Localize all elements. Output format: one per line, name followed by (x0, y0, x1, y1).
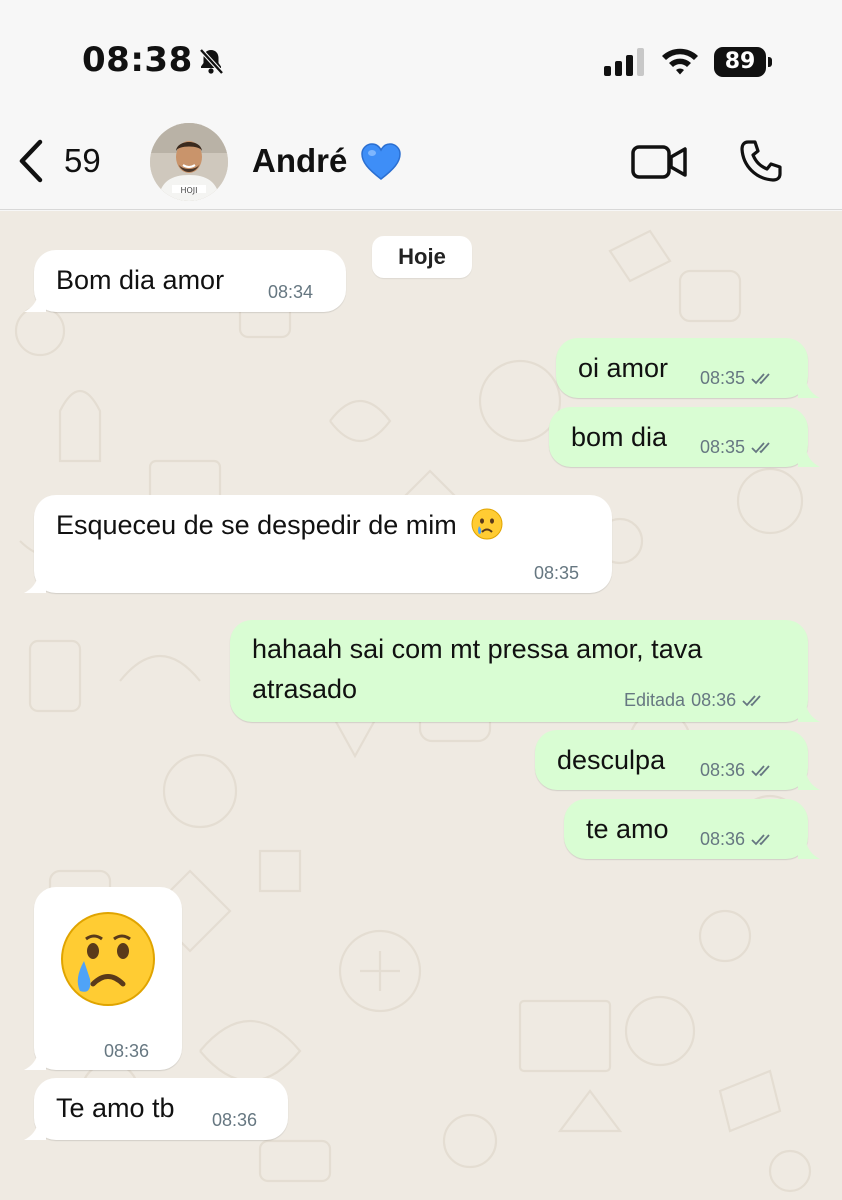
phone-call-icon[interactable] (738, 138, 784, 184)
edited-label: Editada (624, 690, 686, 710)
message-text-line2: atrasado (252, 674, 358, 704)
message-outgoing[interactable]: oi amor 08:35 (556, 338, 820, 398)
video-call-icon[interactable] (630, 142, 688, 182)
message-time: 08:35 (534, 563, 580, 583)
unread-count[interactable]: 59 (64, 142, 101, 180)
message-text: desculpa (557, 745, 666, 775)
message-time: 08:35 (700, 368, 775, 389)
bell-slash-icon (199, 48, 224, 75)
back-chevron-icon[interactable] (16, 138, 48, 184)
message-outgoing[interactable]: desculpa 08:36 (535, 730, 820, 790)
double-check-icon (751, 764, 770, 776)
avatar-photo: HOJI (150, 123, 228, 201)
blue-heart-icon (361, 143, 401, 180)
double-check-icon (742, 694, 761, 706)
message-outgoing[interactable]: te amo 08:36 (564, 799, 820, 859)
message-list[interactable]: Hoje Bom dia amor 08:34 oi amor 08:35 bo… (0, 211, 842, 1200)
message-text: Bom dia amor (56, 265, 225, 295)
double-check-icon (751, 833, 770, 845)
message-incoming[interactable]: Bom dia amor 08:34 (24, 250, 346, 312)
message-outgoing[interactable]: bom dia 08:35 (549, 407, 820, 467)
message-time: 08:36 (104, 1041, 150, 1061)
message-text: bom dia (571, 422, 668, 452)
contact-name[interactable]: André (252, 142, 347, 180)
message-time: 08:36 (700, 829, 775, 850)
message-outgoing[interactable]: hahaah sai com mt pressa amor, tava atra… (230, 620, 820, 722)
double-check-icon (751, 441, 770, 453)
message-text: te amo (586, 814, 669, 844)
message-time: 08:35 (700, 437, 775, 458)
wifi-icon (662, 48, 698, 75)
message-incoming[interactable]: Esqueceu de se despedir de mim 08:35 (24, 495, 612, 593)
status-time: 08:38 (82, 40, 193, 80)
message-time: 08:34 (268, 282, 314, 302)
message-time: 08:36 (212, 1110, 258, 1130)
message-text-line1: hahaah sai com mt pressa amor, tava (252, 634, 703, 664)
message-text: Te amo tb (56, 1093, 175, 1123)
chat-header: 59 HOJI André (0, 110, 842, 210)
crying-face-icon (61, 912, 155, 1006)
message-time: Editada 08:36 (624, 690, 766, 711)
status-bar: 08:38 89 (0, 0, 842, 110)
message-incoming[interactable]: Te amo tb 08:36 (24, 1078, 288, 1140)
message-text: oi amor (578, 353, 669, 383)
crying-face-icon (471, 508, 503, 540)
date-separator: Hoje (372, 236, 472, 278)
battery-icon: 89 (714, 47, 772, 77)
battery-level: 89 (714, 47, 766, 77)
signal-icon (604, 48, 644, 76)
message-time: 08:36 (700, 760, 775, 781)
message-text: Esqueceu de se despedir de mim (56, 510, 457, 540)
contact-avatar[interactable]: HOJI (150, 123, 228, 201)
svg-text:HOJI: HOJI (180, 186, 197, 195)
double-check-icon (751, 372, 770, 384)
message-incoming-emoji[interactable]: 08:36 (24, 887, 182, 1070)
